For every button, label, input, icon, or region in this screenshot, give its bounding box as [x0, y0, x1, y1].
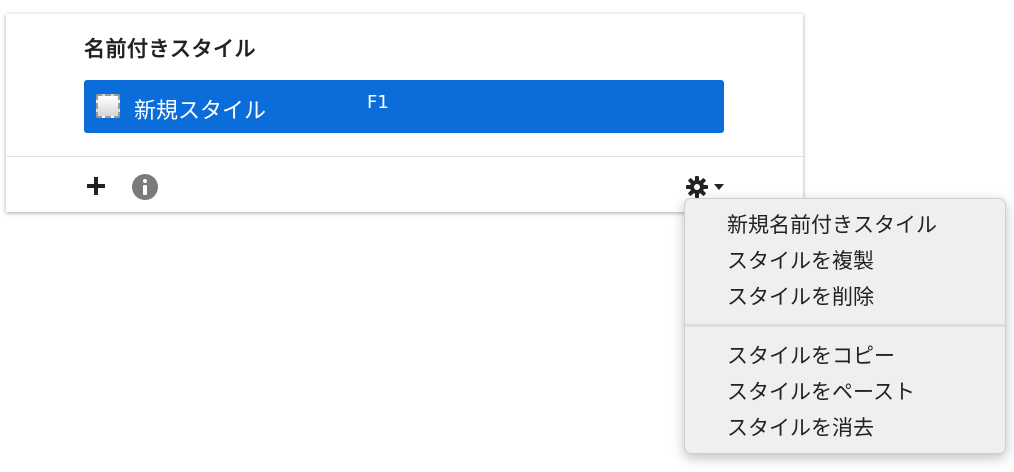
menu-item-copy-style[interactable]: スタイルをコピー — [727, 340, 895, 370]
gear-dropdown-menu: 新規名前付きスタイル スタイルを複製 スタイルを削除 スタイルをコピー スタイル… — [684, 198, 1006, 454]
gear-icon — [686, 176, 708, 198]
menu-item-paste-style[interactable]: スタイルをペースト — [727, 376, 915, 406]
plus-icon — [87, 177, 105, 195]
gear-menu-button[interactable] — [684, 174, 726, 200]
info-icon — [132, 174, 158, 200]
caret-down-icon — [714, 184, 724, 190]
style-row-selected[interactable]: 新規スタイル F1 — [84, 80, 724, 133]
menu-separator — [685, 324, 1005, 327]
divider — [6, 156, 803, 157]
style-swatch-icon — [96, 94, 120, 118]
menu-item-new-named-style[interactable]: 新規名前付きスタイル — [727, 209, 937, 239]
info-button[interactable] — [132, 174, 158, 200]
named-styles-panel: 名前付きスタイル 新規スタイル F1 — [6, 14, 803, 212]
add-style-button[interactable] — [84, 174, 108, 198]
style-name: 新規スタイル — [134, 99, 267, 124]
menu-item-delete-style[interactable]: スタイルを削除 — [727, 281, 874, 311]
style-shortcut: F1 — [367, 92, 389, 113]
panel-title: 名前付きスタイル — [84, 37, 256, 61]
menu-item-clear-style[interactable]: スタイルを消去 — [727, 412, 874, 442]
menu-item-duplicate-style[interactable]: スタイルを複製 — [727, 245, 874, 275]
